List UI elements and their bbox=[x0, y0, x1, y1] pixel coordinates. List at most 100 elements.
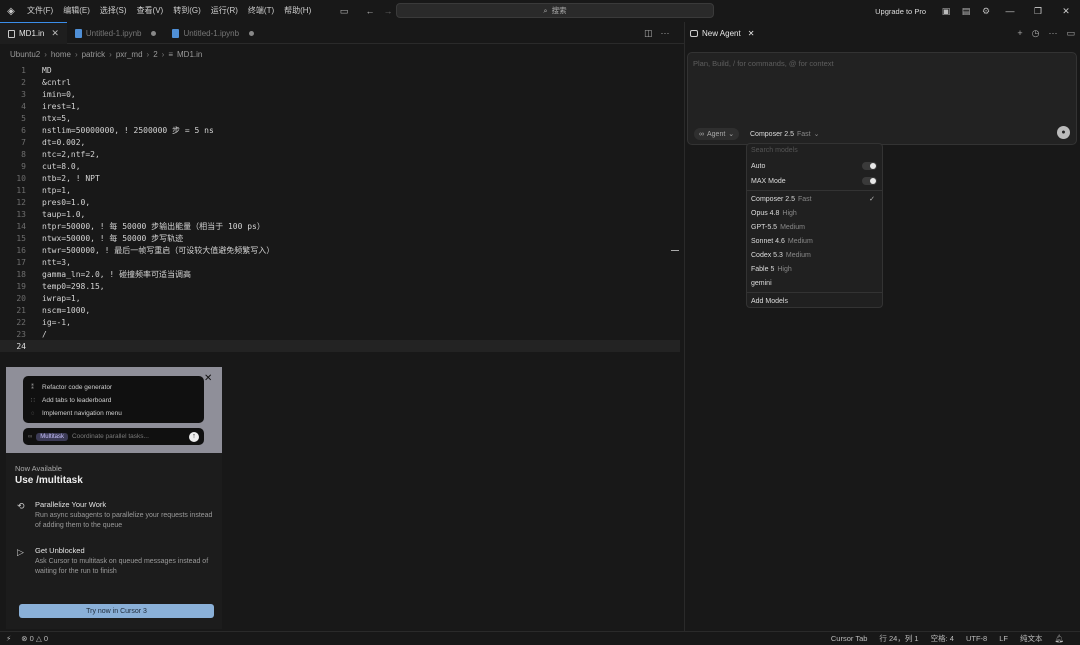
command-search[interactable]: ⌕ 搜索 bbox=[396, 3, 714, 18]
code-line[interactable]: 17 ntt=3, bbox=[0, 256, 680, 268]
code-line[interactable]: 14 ntpr=50000, ! 每 50000 步输出能量（相当于 100 ps… bbox=[0, 220, 680, 232]
layout-panel-icon[interactable]: ▤ bbox=[956, 0, 976, 22]
code-line[interactable]: 13 taup=1.0, bbox=[0, 208, 680, 220]
menu-run[interactable]: 运行(R) bbox=[206, 0, 243, 22]
unsaved-dot-icon[interactable] bbox=[249, 30, 255, 36]
microphone-icon[interactable]: ● bbox=[1057, 126, 1070, 139]
code-line[interactable]: 11 ntp=1, bbox=[0, 184, 680, 196]
split-editor-icon[interactable]: ◫ bbox=[644, 28, 653, 39]
breadcrumb-item[interactable]: patrick bbox=[82, 50, 106, 59]
agent-prompt-input[interactable]: Plan, Build, / for commands, @ for conte… bbox=[687, 52, 1077, 145]
code-line[interactable]: 24 bbox=[0, 340, 680, 352]
multitask-chip: Multitask bbox=[36, 432, 68, 441]
model-option[interactable]: Opus 4.8 High bbox=[747, 206, 882, 220]
code-line[interactable]: 2 &cntrl bbox=[0, 76, 680, 88]
problems-indicator[interactable]: ⊗ 0 △ 0 bbox=[21, 634, 48, 643]
breadcrumb-item[interactable]: pxr_md bbox=[116, 50, 143, 59]
menu-help[interactable]: 帮助(H) bbox=[279, 0, 316, 22]
close-window-icon[interactable]: ✕ bbox=[1052, 0, 1080, 22]
breadcrumb-item[interactable]: home bbox=[51, 50, 71, 59]
encoding[interactable]: UTF-8 bbox=[966, 634, 987, 643]
language-mode[interactable]: 纯文本 bbox=[1020, 633, 1043, 644]
more-actions-icon[interactable]: ··· bbox=[661, 28, 670, 38]
settings-gear-icon[interactable]: ⚙ bbox=[976, 0, 996, 22]
add-models-button[interactable]: Add Models bbox=[747, 294, 882, 308]
code-line[interactable]: 12 pres0=1.0, bbox=[0, 196, 680, 208]
model-name: Codex 5.3 bbox=[751, 251, 783, 259]
code-text: pres0=1.0, bbox=[42, 197, 91, 207]
code-line[interactable]: 8 ntc=2,ntf=2, bbox=[0, 148, 680, 160]
code-line[interactable]: 9 cut=8.0, bbox=[0, 160, 680, 172]
panel-layout-icon[interactable]: ▭ bbox=[1066, 28, 1075, 39]
remote-icon[interactable]: ⚡ bbox=[6, 634, 11, 643]
code-line[interactable]: 18 gamma_ln=2.0, ! 碰撞频率可适当调高 bbox=[0, 268, 680, 280]
menu-edit[interactable]: 编辑(E) bbox=[58, 0, 95, 22]
close-tab-icon[interactable]: ✕ bbox=[51, 28, 59, 39]
code-line[interactable]: 1 MD bbox=[0, 64, 680, 76]
menu-file[interactable]: 文件(F) bbox=[22, 0, 58, 22]
line-ending[interactable]: LF bbox=[999, 634, 1008, 643]
model-option[interactable]: gemini bbox=[747, 276, 882, 290]
menu-go[interactable]: 转到(G) bbox=[168, 0, 206, 22]
code-line[interactable]: 7 dt=0.002, bbox=[0, 136, 680, 148]
code-line[interactable]: 21 nscm=1000, bbox=[0, 304, 680, 316]
toggle-sidebar-icon[interactable]: ▭ bbox=[334, 0, 354, 22]
model-option[interactable]: Fable 5 High bbox=[747, 262, 882, 276]
auto-toggle-switch[interactable] bbox=[862, 162, 877, 170]
line-number: 18 bbox=[16, 269, 26, 279]
code-line[interactable]: 3 imin=0, bbox=[0, 88, 680, 100]
code-line[interactable]: 10 ntb=2, ! NPT bbox=[0, 172, 680, 184]
notifications-bell-icon[interactable]: 🔔︎ bbox=[1054, 634, 1064, 643]
model-option[interactable]: GPT-5.5 Medium bbox=[747, 220, 882, 234]
code-line[interactable]: 15 ntwx=50000, ! 每 50000 步写轨迹 bbox=[0, 232, 680, 244]
close-promo-icon[interactable]: ✕ bbox=[204, 373, 212, 384]
model-select[interactable]: Composer 2.5 Fast ⌄ bbox=[750, 128, 819, 140]
unsaved-dot-icon[interactable] bbox=[151, 30, 157, 36]
cursor-position[interactable]: 行 24，列 1 bbox=[879, 633, 918, 644]
model-search-input[interactable]: Search models bbox=[751, 147, 798, 154]
breadcrumb-item[interactable]: Ubuntu2 bbox=[10, 50, 40, 59]
code-line[interactable]: 4 irest=1, bbox=[0, 100, 680, 112]
code-line[interactable]: 23 / bbox=[0, 328, 680, 340]
code-line[interactable]: 16 ntwr=500000, ! 最后一帧写重启（可设较大值避免频繁写入） bbox=[0, 244, 680, 256]
code-editor[interactable]: 1 MD 2 &cntrl 3 imin=0, 4 irest=1, 5 ntx=5, 6 nstli… bbox=[0, 64, 684, 364]
line-number: 24 bbox=[16, 341, 26, 351]
tab-new-agent[interactable]: New Agent ✕ bbox=[685, 29, 759, 38]
upgrade-link[interactable]: Upgrade to Pro bbox=[875, 7, 926, 16]
model-option[interactable]: Codex 5.3 Medium bbox=[747, 248, 882, 262]
promo-title: Use /multitask bbox=[15, 475, 83, 486]
tab-untitled-1[interactable]: Untitled-1.ipynb bbox=[67, 22, 165, 44]
tab-md1[interactable]: MD1.in ✕ bbox=[0, 22, 67, 44]
code-line[interactable]: 6 nstlim=50000000, ! 2500000 步 = 5 ns bbox=[0, 124, 680, 136]
cursor-tab-status[interactable]: Cursor Tab bbox=[831, 634, 868, 643]
back-arrow-icon[interactable]: ← bbox=[360, 0, 380, 22]
tab-untitled-2[interactable]: Untitled-1.ipynb bbox=[164, 22, 262, 44]
more-actions-icon[interactable]: ··· bbox=[1048, 28, 1057, 38]
code-line[interactable]: 20 iwrap=1, bbox=[0, 292, 680, 304]
code-line[interactable]: 19 temp0=298.15, bbox=[0, 280, 680, 292]
minimize-icon[interactable]: — bbox=[996, 0, 1024, 22]
new-chat-plus-icon[interactable]: + bbox=[1017, 28, 1022, 38]
menu-view[interactable]: 查看(V) bbox=[132, 0, 169, 22]
try-now-button[interactable]: Try now in Cursor 3 bbox=[19, 604, 214, 618]
layout-sidebar-icon[interactable]: ▣ bbox=[936, 0, 956, 22]
tab-label: Untitled-1.ipynb bbox=[85, 28, 142, 38]
toggle-max-mode[interactable]: MAX Mode bbox=[747, 174, 882, 188]
close-tab-icon[interactable]: ✕ bbox=[748, 29, 755, 38]
menu-terminal[interactable]: 终端(T) bbox=[243, 0, 279, 22]
restore-icon[interactable]: ❐ bbox=[1024, 0, 1052, 22]
max-mode-toggle-switch[interactable] bbox=[862, 177, 877, 185]
breadcrumb-item[interactable]: MD1.in bbox=[177, 50, 202, 59]
forward-arrow-icon[interactable]: → bbox=[378, 0, 398, 22]
history-icon[interactable]: ◷ bbox=[1032, 28, 1040, 39]
code-line[interactable]: 5 ntx=5, bbox=[0, 112, 680, 124]
menu-selection[interactable]: 选择(S) bbox=[95, 0, 132, 22]
toggle-auto[interactable]: Auto bbox=[747, 159, 882, 173]
indentation[interactable]: 空格: 4 bbox=[931, 633, 954, 644]
breadcrumb-item[interactable]: 2 bbox=[153, 50, 157, 59]
model-option[interactable]: Composer 2.5 Fast ✓ bbox=[747, 192, 882, 206]
code-text: ig=-1, bbox=[42, 317, 71, 327]
model-option[interactable]: Sonnet 4.6 Medium bbox=[747, 234, 882, 248]
agent-mode-select[interactable]: ∞ Agent ⌄ bbox=[694, 128, 740, 140]
code-line[interactable]: 22 ig=-1, bbox=[0, 316, 680, 328]
